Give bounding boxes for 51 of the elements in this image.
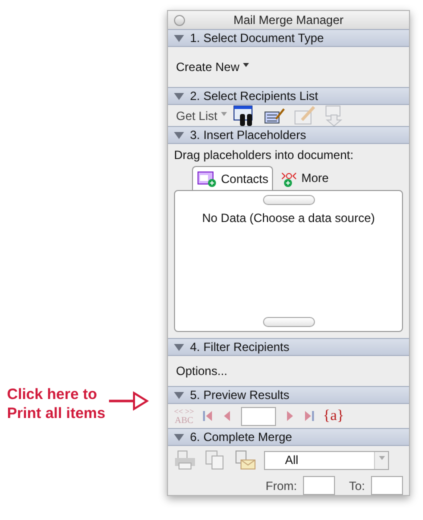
section-title: 1. Select Document Type [190, 30, 324, 47]
options-button[interactable]: Options... [176, 362, 228, 380]
disclosure-triangle-icon[interactable] [174, 130, 184, 140]
from-field[interactable] [302, 476, 335, 495]
printer-icon[interactable] [174, 450, 196, 470]
create-new-menu[interactable]: Create New [176, 58, 250, 76]
section-title: 2. Select Recipients List [190, 88, 318, 105]
caret-icon [243, 63, 250, 67]
email-icon[interactable] [234, 450, 256, 470]
section-header[interactable]: 3. Insert Placeholders [168, 126, 409, 144]
close-button[interactable] [174, 15, 185, 26]
disclosure-triangle-icon[interactable] [174, 390, 184, 400]
merge-range-select[interactable]: All [264, 450, 389, 470]
get-list-menu[interactable]: Get List [176, 106, 228, 124]
section-header[interactable]: 5. Preview Results [168, 386, 409, 404]
section-title: 6. Complete Merge [190, 429, 292, 446]
annotation-arrow [109, 391, 150, 411]
section-title: 5. Preview Results [190, 387, 290, 404]
disclosure-triangle-icon[interactable] [174, 432, 184, 442]
disclosure-triangle-icon[interactable] [174, 34, 184, 42]
previous-record-icon[interactable] [222, 411, 232, 421]
caret-icon [221, 112, 228, 116]
contacts-folder-icon [197, 170, 217, 187]
annotation-text: Click here to [7, 385, 98, 404]
placeholder-tab[interactable]: Contacts [192, 166, 274, 190]
scroll-arrow-bottom[interactable] [262, 317, 314, 327]
annotation-text: Print all items [7, 404, 106, 423]
placeholder-add-icon [281, 170, 298, 186]
to-field[interactable] [371, 476, 403, 495]
section-header[interactable]: 4. Filter Recipients [168, 338, 409, 356]
drag-hint: Drag placeholders into document: [174, 147, 354, 164]
disclosure-triangle-icon[interactable] [174, 92, 184, 100]
to-label: To: [348, 478, 365, 494]
from-label: From: [266, 478, 297, 494]
last-record-icon[interactable] [304, 411, 314, 421]
placeholder-tab[interactable]: More [277, 166, 333, 190]
insert-merge-field-button[interactable]: {a} [323, 408, 344, 424]
section-title: 4. Filter Recipients [190, 339, 290, 356]
next-record-icon[interactable] [285, 411, 296, 421]
documents-icon[interactable] [204, 450, 226, 470]
record-number-field[interactable] [241, 406, 276, 426]
first-record-icon[interactable] [203, 411, 214, 421]
section-header[interactable]: 2. Select Recipients List [168, 87, 409, 105]
section-title: 3. Insert Placeholders [190, 127, 306, 144]
empty-message: No Data (Choose a data source) [202, 210, 375, 227]
scroll-arrow-top[interactable] [262, 195, 314, 205]
section-header[interactable]: 1. Select Document Type [168, 29, 409, 47]
caret-icon [378, 456, 384, 460]
window-title: Mail Merge Manager [233, 12, 344, 29]
disclosure-triangle-icon[interactable] [174, 342, 184, 352]
section-header[interactable]: 6. Complete Merge [168, 428, 409, 446]
